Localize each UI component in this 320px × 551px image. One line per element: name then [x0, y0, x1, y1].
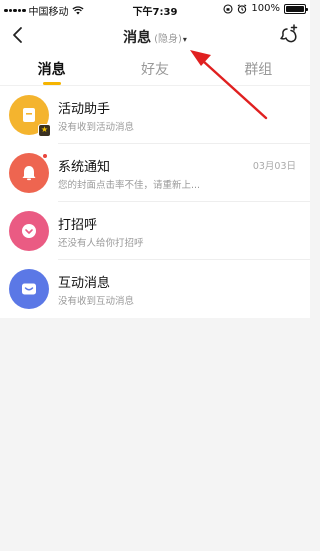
- envelope-icon: [22, 283, 36, 295]
- status-right: 100%: [223, 3, 308, 14]
- bell-icon: [22, 166, 36, 181]
- item-title: 系统通知: [58, 160, 111, 175]
- tab-label: 群组: [244, 62, 273, 78]
- item-subtitle: 没有收到互动消息: [58, 296, 135, 307]
- add-friend-icon[interactable]: [278, 23, 300, 45]
- interaction-avatar: [9, 269, 49, 309]
- item-subtitle: 没有收到活动消息: [58, 122, 135, 133]
- unread-dot: [42, 153, 48, 159]
- page-title[interactable]: 消息 (隐身)▾: [0, 27, 310, 47]
- tab-messages[interactable]: 消息: [0, 52, 103, 85]
- tab-bar: 消息 好友 群组: [0, 52, 310, 86]
- item-title: 互动消息: [58, 276, 111, 291]
- tab-underline: [42, 82, 61, 85]
- chevron-down-icon: ▾: [182, 35, 187, 44]
- battery-percent: 100%: [251, 3, 280, 14]
- visibility-status: (隐身): [154, 34, 182, 45]
- battery-fill: [286, 5, 304, 12]
- item-time: 03月03日: [252, 161, 296, 172]
- tab-groups[interactable]: 群组: [207, 52, 310, 85]
- orientation-lock-icon: [223, 3, 233, 14]
- system-avatar: [9, 153, 49, 193]
- item-subtitle: 还没有人给你打招呼: [58, 238, 144, 249]
- list-item-system-notice[interactable]: 系统通知 您的封面点击率不佳，请重新上... 03月03日: [0, 144, 310, 202]
- activity-icon: [23, 108, 35, 122]
- item-subtitle: 您的封面点击率不佳，请重新上...: [58, 180, 201, 191]
- list-item-greetings[interactable]: 打招呼 还没有人给你打招呼: [0, 202, 310, 260]
- heart-icon: [22, 224, 36, 238]
- tab-friends[interactable]: 好友: [103, 52, 206, 85]
- tab-label: 好友: [140, 62, 169, 78]
- item-title: 活动助手: [58, 102, 111, 117]
- list-item-activity-assistant[interactable]: ★ 活动助手 没有收到活动消息: [0, 86, 310, 144]
- nav-bar: 消息 (隐身)▾: [0, 18, 310, 52]
- status-bar: 中国移动 下午7:39 100%: [0, 0, 310, 18]
- greeting-avatar: [9, 211, 49, 251]
- tab-label: 消息: [37, 62, 66, 78]
- message-list: ★ 活动助手 没有收到活动消息 系统通知 您的封面点击率不佳，请重新上... 0…: [0, 86, 310, 318]
- star-badge-icon: ★: [38, 124, 51, 137]
- item-title: 打招呼: [58, 218, 98, 233]
- activity-avatar: ★: [9, 95, 51, 137]
- alarm-icon: [238, 3, 247, 14]
- title-label: 消息: [123, 30, 152, 46]
- list-item-interactions[interactable]: 互动消息 没有收到互动消息: [0, 260, 310, 318]
- battery-icon: [284, 3, 308, 14]
